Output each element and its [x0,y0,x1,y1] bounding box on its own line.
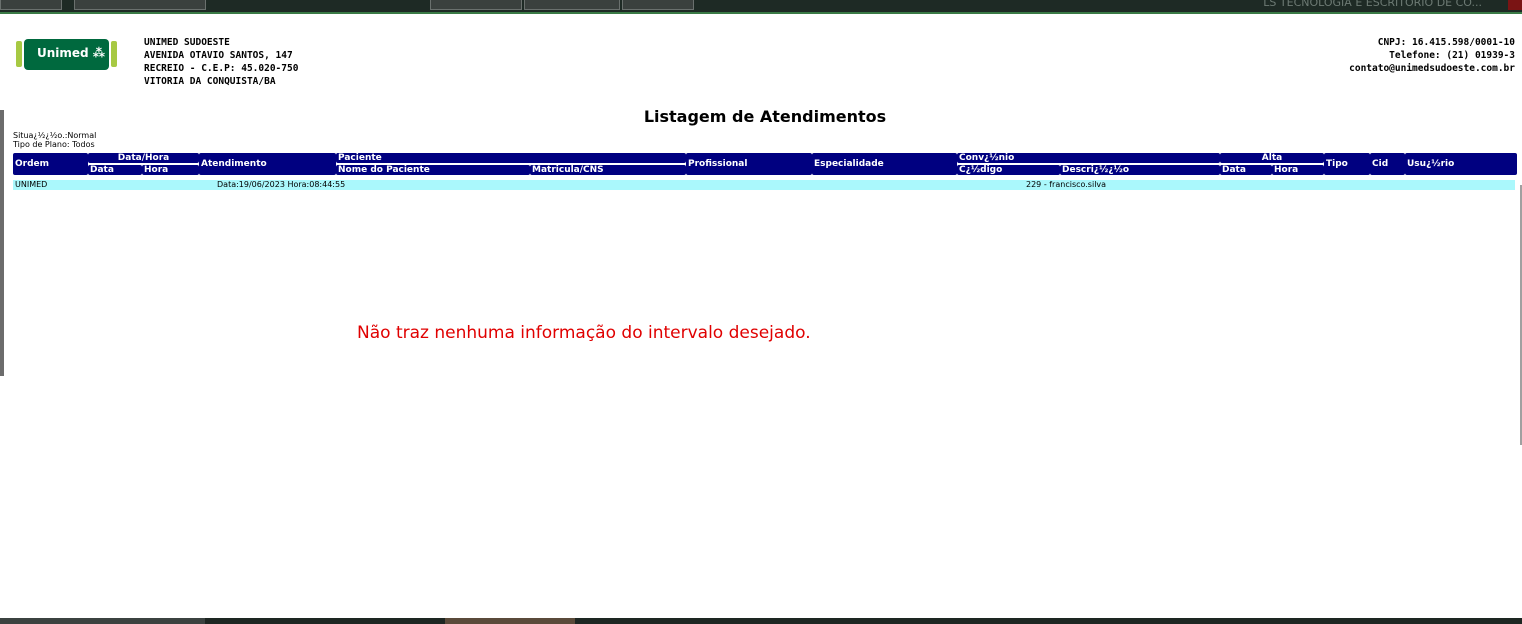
table-row: UNIMED Data:19/06/2023 Hora:08:44:55 229… [13,180,1515,190]
company-name: UNIMED SUDOESTE [144,37,230,48]
report-title: Listagem de Atendimentos [643,107,887,126]
unimed-logo: Unimed ⁂ [16,39,117,70]
col-alta-hora: Hora [1272,165,1324,175]
col-atendimento: Atendimento [199,153,336,175]
logo-stripe-right [111,41,117,67]
toolbar-button[interactable] [622,0,694,10]
col-profissional: Profissional [686,153,812,175]
toolbar-button[interactable] [74,0,206,10]
company-district: RECREIO - C.E.P: 45.020-750 [144,63,299,74]
col-paciente: Paciente [336,153,686,163]
cell-atendimento: Data:19/06/2023 Hora:08:44:55 [217,180,346,189]
filter-tipo-plano: Tipo de Plano: Todos [13,140,95,149]
col-ordem: Ordem [13,153,88,175]
close-icon[interactable] [1508,0,1522,10]
col-alta-data: Data [1220,165,1272,175]
toolbar-button[interactable] [524,0,620,10]
left-scrollbar[interactable] [0,110,4,376]
col-especialidade: Especialidade [812,153,957,175]
col-codigo: C¿½digo [957,165,1060,175]
company-city: VITORIA DA CONQUISTA/BA [144,76,276,87]
company-cnpj: CNPJ: 16.415.598/0001-10 [1377,37,1515,48]
contact-info: CNPJ: 16.415.598/0001-10 Telefone: (21) … [1349,36,1515,75]
col-cid: Cid [1370,153,1405,175]
logo-text: Unimed ⁂ [37,46,106,60]
col-tipo: Tipo [1324,153,1370,175]
company-email: contato@unimedsudoeste.com.br [1349,63,1515,74]
col-alta: Alta [1220,153,1324,163]
col-data: Data [88,165,142,175]
col-data-hora: Data/Hora [88,153,199,163]
taskbar-item[interactable] [445,618,575,624]
taskbar [0,618,1522,624]
toolbar-button[interactable] [430,0,522,10]
col-hora: Hora [142,165,199,175]
taskbar-item[interactable] [0,618,205,624]
logo-box: Unimed ⁂ [24,39,109,70]
logo-stripe-left [16,41,22,67]
annotation-note: Não traz nenhuma informação do intervalo… [357,323,811,343]
toolbar-button[interactable] [0,0,62,10]
col-usuario: Usu¿½rio [1405,153,1517,175]
browser-top-bar: LS TECNOLOGIA E ESCRITORIO DE CO... [0,0,1522,14]
cell-ordem: UNIMED [15,180,48,189]
col-nome-paciente: Nome do Paciente [336,165,530,175]
window-title: LS TECNOLOGIA E ESCRITORIO DE CO... [1263,0,1482,9]
col-matricula: Matricula/CNS [530,165,686,175]
company-phone: Telefone: (21) 01939-3 [1389,50,1515,61]
col-descricao: Descri¿½¿½o [1060,165,1220,175]
report-filters: Situa¿½¿½o.:Normal Tipo de Plano: Todos [13,131,96,149]
company-address: AVENIDA OTAVIO SANTOS, 147 [144,50,293,61]
col-convenio: Conv¿½nio [957,153,1220,163]
company-info: UNIMED SUDOESTE AVENIDA OTAVIO SANTOS, 1… [144,36,298,88]
filter-situacao: Situa¿½¿½o.:Normal [13,131,97,140]
cell-usuario: 229 - francisco.silva [1026,180,1107,189]
